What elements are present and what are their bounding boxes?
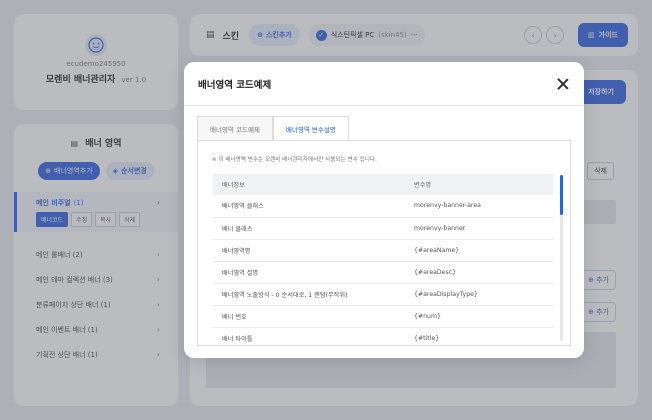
table-cell: 배너영역 노출방식 - 0 순서대로, 1 랜덤(무작위) [213, 283, 405, 306]
tab-content: ※ 이 배너영역 변수는 모렌비 배너관리자에서만 사용되는 변수 입니다. 배… [197, 140, 571, 346]
table-row: 배너영역 설명 {#areaDesc} [213, 261, 553, 284]
modal-title: 배너영역 코드예제 [198, 79, 272, 91]
table-row: 배너영역명 {#areaName} [213, 239, 553, 262]
table-header-row: 배너정보 변수명 [213, 174, 553, 195]
table-row: 배너 타이틀 {#title} [213, 327, 553, 345]
modal-tabs: 배너영역 코드예제 배너영역 변수설명 [197, 116, 349, 141]
table-cell: 배너영역명 [213, 239, 405, 262]
table-cell: 배너영역 클래스 [213, 195, 405, 218]
table-cell: 배너 클래스 [213, 217, 405, 240]
table-cell: {#areaName} [405, 239, 553, 262]
scrollbar-thumb[interactable] [560, 175, 563, 215]
table-cell: 배너 번호 [213, 305, 405, 328]
table-cell: morenvy-banner [405, 217, 553, 240]
modal-header: 배너영역 코드예제 [184, 62, 584, 106]
table-cell: morenvy-banner-area [405, 195, 553, 218]
app-root: ecudemo245950 모렌비 배너관리자 ver 1.0 ▤ 배너 영역 … [0, 0, 652, 420]
column-header: 배너정보 [213, 174, 405, 195]
variable-table: 배너정보 변수명 배너영역 클래스 morenvy-banner-area 배너 … [213, 174, 553, 345]
notice-text: ※ 이 배너영역 변수는 모렌비 배너관리자에서만 사용되는 변수 입니다. [212, 157, 377, 163]
table-cell: {#areaDesc} [405, 261, 553, 284]
table-row: 배너 번호 {#num} [213, 305, 553, 328]
table-cell: {#areaDisplayType} [405, 283, 553, 306]
close-icon[interactable] [556, 77, 570, 91]
code-example-modal: 배너영역 코드예제 배너영역 코드예제 배너영역 변수설명 ※ 이 배너영역 변… [184, 62, 584, 358]
table-row: 배너영역 클래스 morenvy-banner-area [213, 195, 553, 218]
tab-variable-desc[interactable]: 배너영역 변수설명 [272, 116, 349, 141]
table-cell: {#num} [405, 305, 553, 328]
table-cell: 배너 타이틀 [213, 327, 405, 345]
column-header: 변수명 [405, 174, 553, 195]
table-cell: {#title} [405, 327, 553, 345]
table-row: 배너 클래스 morenvy-banner [213, 217, 553, 240]
table-cell: 배너영역 설명 [213, 261, 405, 284]
tab-code-example[interactable]: 배너영역 코드예제 [197, 116, 273, 141]
table-row: 배너영역 노출방식 - 0 순서대로, 1 랜덤(무작위) {#areaDispl… [213, 283, 553, 306]
